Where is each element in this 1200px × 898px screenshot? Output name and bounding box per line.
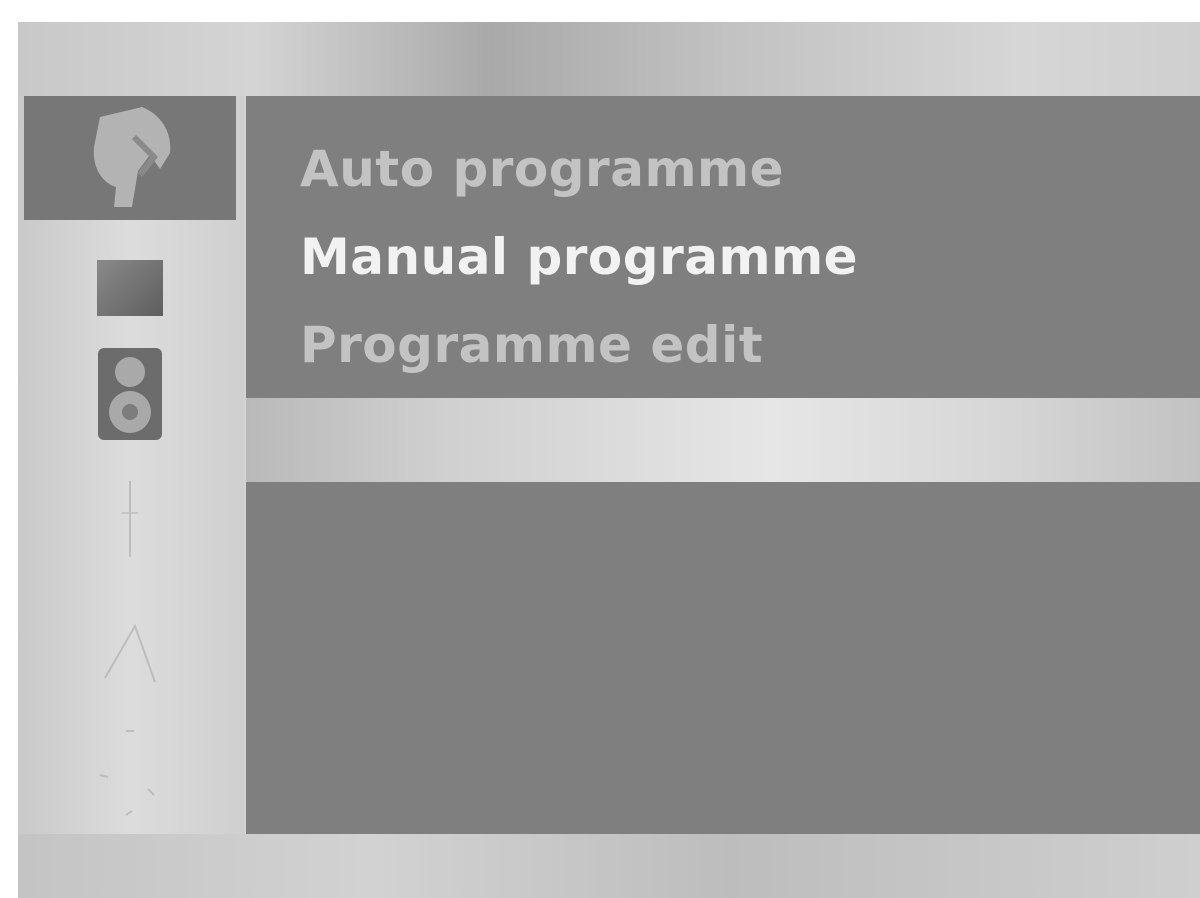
sidebar-item-audio[interactable]: [24, 332, 236, 456]
setup-menu-panel: Auto programme Manual programme Programm…: [246, 96, 1200, 834]
sidebar-item-lock[interactable]: [24, 708, 236, 832]
sidebar-item-setup[interactable]: [24, 96, 236, 220]
satellite-dish-icon: [93, 107, 171, 207]
clock-icon: [122, 481, 138, 557]
menu-sidebar: [18, 96, 244, 834]
tv-osd-screen: Auto programme Manual programme Programm…: [18, 22, 1200, 898]
menu-item-programme-edit[interactable]: Programme edit: [300, 310, 763, 380]
top-band: [18, 22, 1200, 96]
menu-item-manual-programme[interactable]: Manual programme: [300, 222, 858, 292]
speaker-icon: [98, 348, 162, 440]
bottom-band: [18, 834, 1200, 898]
sidebar-item-option[interactable]: [24, 590, 236, 714]
settings-icon: [99, 730, 155, 816]
sidebar-item-time[interactable]: [24, 456, 236, 580]
selection-highlight-bar: [246, 398, 1200, 482]
picture-icon: [97, 260, 163, 316]
menu-item-auto-programme[interactable]: Auto programme: [300, 134, 784, 204]
antenna-icon: [104, 623, 156, 683]
